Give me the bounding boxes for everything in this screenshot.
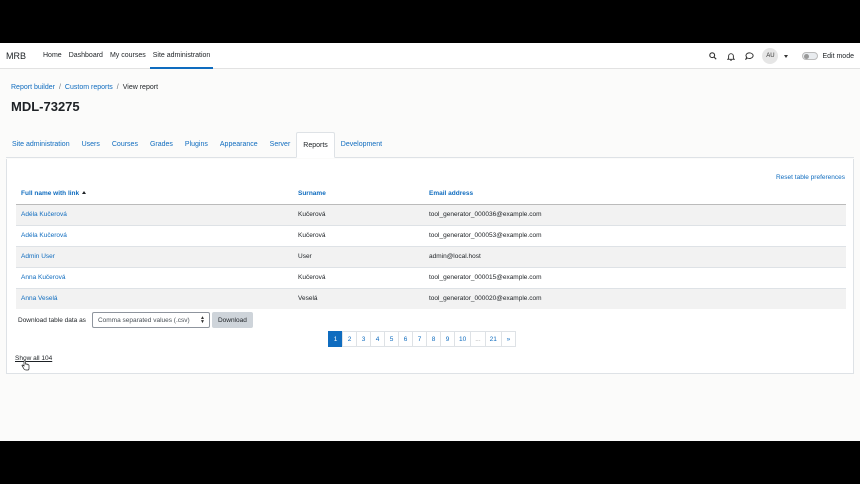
tab-courses[interactable]: Courses	[106, 132, 144, 158]
app-window: MRB Home Dashboard My courses Site admin…	[0, 43, 860, 441]
tab-grades[interactable]: Grades	[144, 132, 179, 158]
column-header-surname[interactable]: Surname	[293, 183, 424, 205]
surname-cell: Veselá	[293, 287, 424, 309]
tab-development[interactable]: Development	[335, 132, 388, 158]
tab-appearance[interactable]: Appearance	[214, 132, 264, 158]
page-21[interactable]: 21	[484, 331, 502, 347]
tab-plugins[interactable]: Plugins	[179, 132, 214, 158]
page-next[interactable]: »	[500, 331, 516, 347]
email-cell: tool_generator_000015@example.com	[424, 266, 846, 288]
edit-mode-toggle[interactable]	[802, 52, 819, 60]
page-6[interactable]: 6	[398, 331, 413, 347]
page-4[interactable]: 4	[370, 331, 385, 347]
tab-users[interactable]: Users	[76, 132, 106, 158]
breadcrumb-current: View report	[122, 84, 159, 91]
breadcrumb-separator: /	[58, 84, 61, 91]
page-8[interactable]: 8	[426, 331, 441, 347]
breadcrumb: Report builder / Custom reports / View r…	[11, 84, 158, 91]
hand-cursor-icon	[21, 360, 30, 371]
email-cell: tool_generator_000020@example.com	[424, 287, 846, 309]
tab-server[interactable]: Server	[264, 132, 297, 158]
bell-icon[interactable]	[724, 49, 738, 63]
primary-nav: Home Dashboard My courses Site administr…	[40, 43, 214, 69]
table-header-row: Full name with link Surname Email addres…	[16, 183, 846, 205]
table-row: Anna Veselá Veselá tool_generator_000020…	[16, 287, 846, 309]
chevron-down-icon[interactable]	[784, 54, 789, 58]
user-avatar[interactable]: AU	[762, 48, 779, 64]
page-10[interactable]: 10	[454, 331, 472, 347]
page-5[interactable]: 5	[384, 331, 399, 347]
download-form: Download table data as Comma separated v…	[18, 312, 253, 328]
download-button[interactable]: Download	[211, 312, 253, 328]
surname-cell: User	[293, 245, 424, 267]
table-row: Adéla Kučerová Kučerová tool_generator_0…	[16, 224, 846, 246]
user-name-link[interactable]: Anna Veselá	[16, 287, 293, 309]
nav-dashboard[interactable]: Dashboard	[66, 43, 106, 69]
surname-cell: Kučerová	[293, 266, 424, 288]
search-icon[interactable]	[706, 49, 720, 63]
email-cell: admin@local.host	[424, 245, 846, 267]
download-format-value: Comma separated values (.csv)	[97, 316, 190, 324]
nav-my-courses[interactable]: My courses	[107, 43, 149, 69]
edit-mode-label: Edit mode	[822, 52, 854, 60]
user-name-link[interactable]: Adéla Kučerová	[16, 224, 293, 246]
table-row: Admin User User admin@local.host	[16, 245, 846, 267]
breadcrumb-custom-reports[interactable]: Custom reports	[65, 84, 113, 91]
page-9[interactable]: 9	[440, 331, 455, 347]
table-row: Anna Kučerová Kučerová tool_generator_00…	[16, 266, 846, 288]
user-name-link[interactable]: Adéla Kučerová	[16, 203, 293, 225]
reset-table-preferences-link[interactable]: Reset table preferences	[776, 174, 845, 181]
site-brand[interactable]: MRB	[6, 51, 26, 61]
report-table: Full name with link Surname Email addres…	[16, 183, 846, 309]
page-2[interactable]: 2	[342, 331, 357, 347]
page-ellipsis: ...	[470, 331, 486, 347]
column-header-email[interactable]: Email address	[424, 183, 846, 205]
tab-site-administration[interactable]: Site administration	[6, 132, 76, 158]
top-navbar: MRB Home Dashboard My courses Site admin…	[0, 43, 860, 69]
pagination: 1 2 3 4 5 6 7 8 9 10 ... 21 »	[328, 331, 516, 347]
breadcrumb-report-builder[interactable]: Report builder	[11, 84, 55, 91]
email-cell: tool_generator_000036@example.com	[424, 203, 846, 225]
download-format-select[interactable]: Comma separated values (.csv) ▲ ▼	[91, 312, 210, 328]
select-arrows-icon: ▲ ▼	[199, 315, 205, 325]
navbar-actions: AU Edit mode	[702, 43, 854, 69]
page-1[interactable]: 1	[328, 331, 343, 347]
user-name-link[interactable]: Admin User	[16, 245, 293, 267]
user-name-link[interactable]: Anna Kučerová	[16, 266, 293, 288]
tab-reports[interactable]: Reports	[296, 132, 335, 158]
surname-cell: Kučerová	[293, 224, 424, 246]
nav-site-administration[interactable]: Site administration	[149, 43, 214, 69]
email-cell: tool_generator_000053@example.com	[424, 224, 846, 246]
table-row: Adéla Kučerová Kučerová tool_generator_0…	[16, 203, 846, 225]
download-label: Download table data as	[18, 316, 86, 324]
secondary-nav: Site administration Users Courses Grades…	[6, 132, 854, 158]
report-card: Reset table preferences Full name with l…	[6, 159, 854, 374]
nav-home[interactable]: Home	[40, 43, 65, 69]
surname-cell: Kučerová	[293, 203, 424, 225]
page-3[interactable]: 3	[356, 331, 371, 347]
page-7[interactable]: 7	[412, 331, 427, 347]
column-header-full-name[interactable]: Full name with link	[16, 183, 293, 205]
chat-icon[interactable]	[742, 49, 756, 63]
page-title: MDL-73275	[11, 99, 80, 114]
breadcrumb-separator: /	[116, 84, 119, 91]
sort-ascending-icon	[82, 190, 87, 194]
